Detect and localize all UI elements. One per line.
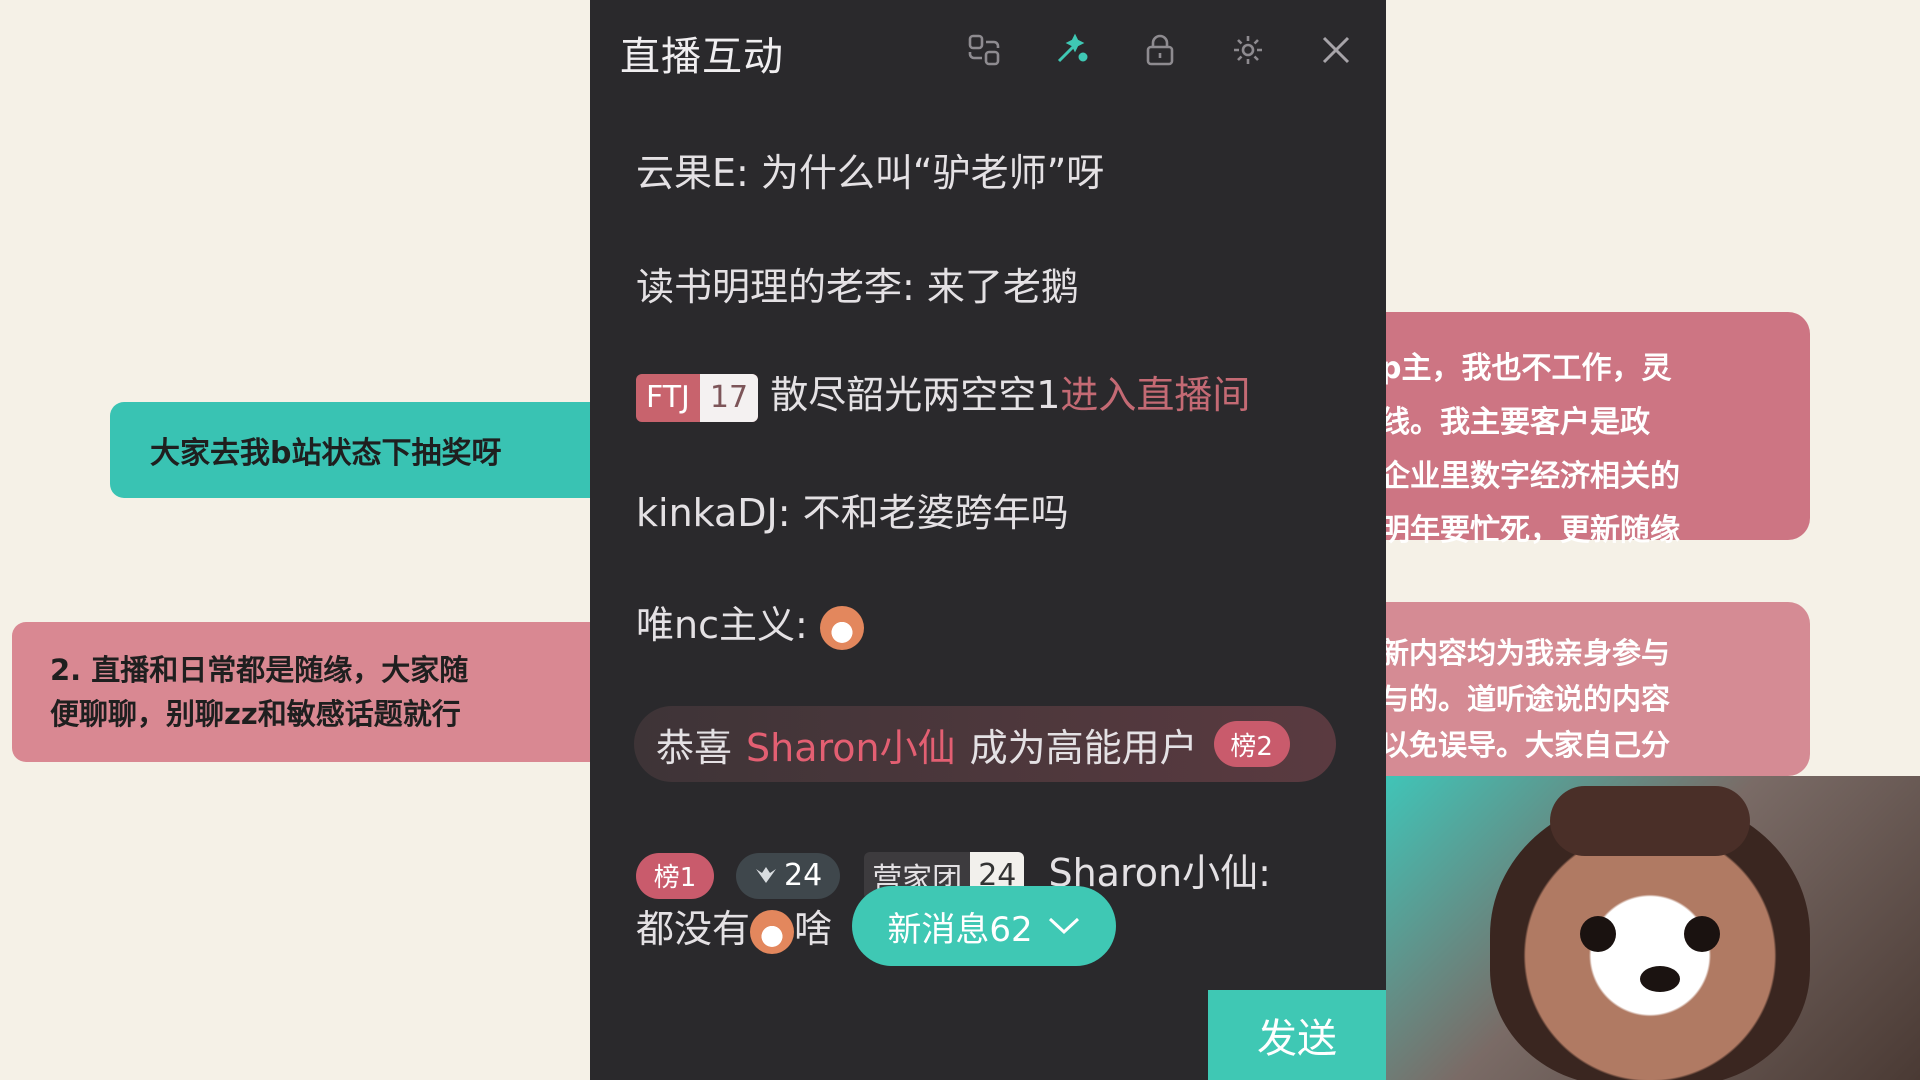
lock-icon[interactable] [1138,28,1182,72]
fan-medal-badge: FTJ 17 [636,373,759,422]
pop-out-icon[interactable] [962,28,1006,72]
chat-message: kinkaDJ: 不和老婆跨年吗 [636,491,1069,535]
rank-badge: 榜1 [636,852,714,899]
chat-entrance-message: FTJ 17 散尽韶光两空空1进入直播间 [636,364,1250,422]
chat-username[interactable]: 散尽韶光两空空1 [770,373,1060,417]
congrats-username[interactable]: Sharon小仙 [746,717,956,772]
panel-title: 直播互动 [620,34,784,80]
congrats-prefix: 恭喜 [656,725,733,770]
dog-emoji-icon [750,909,795,954]
chat-message-text: 啥 [794,907,833,951]
guard-icon [756,866,776,883]
chat-message: 云果E: 为什么叫“驴老师”呀 [636,151,1105,195]
note-about: p主，我也不工作，灵 线。我主要客户是政 企业里数字经济相关的 明年要忙死，更新… [1350,312,1810,548]
high-energy-user-banner: 恭喜 Sharon小仙 成为高能用户 榜2 [634,706,1336,782]
entrance-text: 进入直播间 [1060,373,1251,417]
panel-header: 直播互动 [590,0,1386,100]
chat-message-text: 都没有 [636,907,751,951]
chat-message-continuation: 都没有啥 [636,898,832,954]
dog-emoji-icon [819,605,864,650]
magic-icon[interactable] [1050,28,1094,72]
chevron-down-icon [1048,917,1079,935]
close-icon[interactable] [1314,28,1358,72]
webcam-avatar [1380,776,1920,1080]
note-lottery: 大家去我b站状态下抽奖呀 [110,402,610,498]
congrats-suffix: 成为高能用户 [969,725,1198,770]
rank-badge: 榜2 [1213,721,1290,767]
chat-message: 读书明理的老李: 来了老鹅 [636,265,1079,309]
chat-message: 唯nc主义: [636,594,864,650]
send-button[interactable]: 发送 [1208,990,1386,1080]
chat-message-text: 唯nc主义: [636,603,808,647]
note-rules: 2. 直播和日常都是随缘，大家随 便聊聊，别聊zz和敏感话题就行 [12,622,612,762]
new-messages-button[interactable]: 新消息62 [852,886,1116,966]
live-interaction-panel: 直播互动 云果E: 为什么叫“驴老师”呀 读书明理的老李: 来了老鹅 FTJ 1… [590,0,1386,1080]
guard-badge: 24 [736,852,841,899]
note-disclaimer: 新内容均为我亲身参与 与的。道听途说的内容 以免误导。大家自己分 [1350,602,1810,776]
gear-icon[interactable] [1226,28,1270,72]
